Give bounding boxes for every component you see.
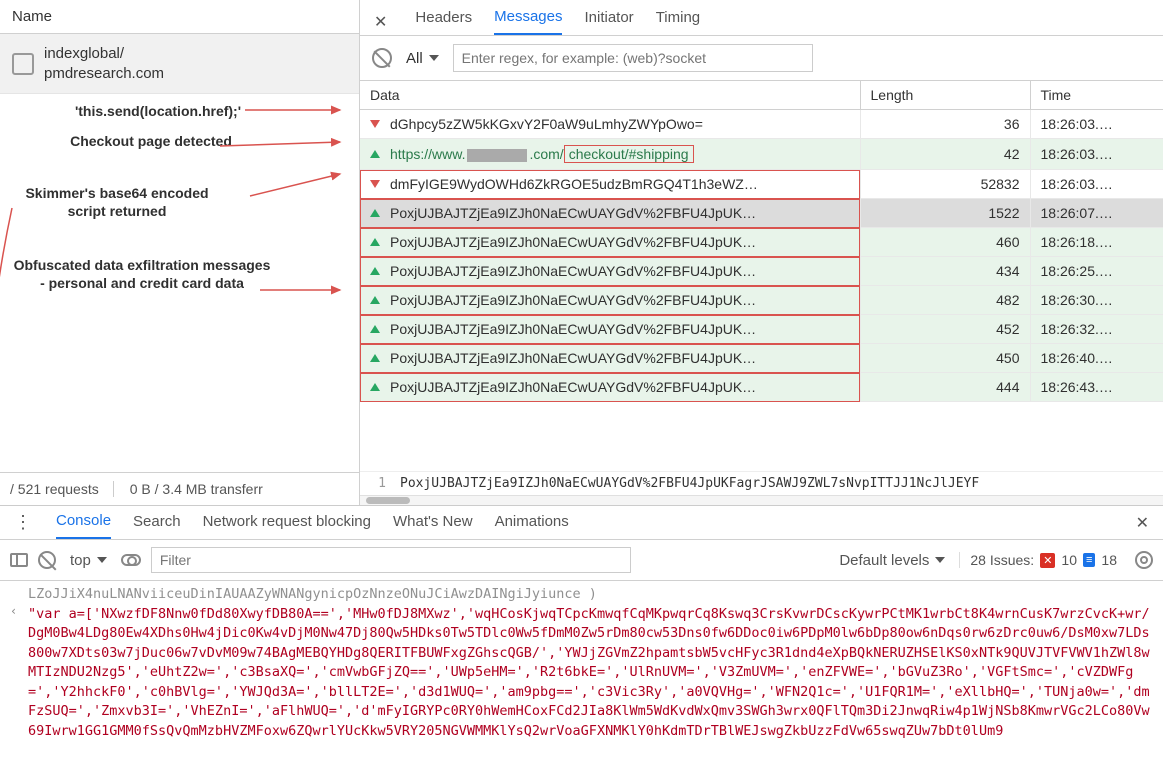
- message-row[interactable]: PoxjUJBAJTZjEa9IZJh0NaECwUAYGdV%2FBFU4Jp…: [360, 373, 1163, 402]
- horizontal-scrollbar[interactable]: [360, 495, 1163, 505]
- tab-timing[interactable]: Timing: [656, 9, 700, 34]
- request-url-text: indexglobal/ pmdresearch.com: [44, 44, 164, 83]
- message-row[interactable]: PoxjUJBAJTZjEa9IZJh0NaECwUAYGdV%2FBFU4Jp…: [360, 199, 1163, 228]
- console-line-code: "var a=['NXwzfDF8Nnw0fDd80XwyfDB80A==','…: [28, 605, 1153, 742]
- caret-down-icon: [97, 557, 107, 563]
- message-row[interactable]: PoxjUJBAJTZjEa9IZJh0NaECwUAYGdV%2FBFU4Jp…: [360, 228, 1163, 257]
- console-toolbar: top Default levels 28 Issues: ✕10 ≡18: [0, 540, 1163, 581]
- regex-filter-input[interactable]: [453, 44, 813, 72]
- tab-console[interactable]: Console: [56, 512, 111, 539]
- request-type-icon: [12, 53, 34, 75]
- close-detail-icon[interactable]: ✕: [374, 12, 393, 32]
- live-expression-icon[interactable]: [121, 554, 141, 566]
- message-row[interactable]: PoxjUJBAJTZjEa9IZJh0NaECwUAYGdV%2FBFU4Jp…: [360, 286, 1163, 315]
- context-select[interactable]: top: [66, 550, 111, 571]
- tab-network-request-blocking[interactable]: Network request blocking: [203, 513, 371, 538]
- drawer-panel: ⋮ Console Search Network request blockin…: [0, 506, 1163, 778]
- network-requests-sidebar: Name indexglobal/ pmdresearch.com 'this.…: [0, 0, 360, 505]
- clear-console-icon[interactable]: [38, 551, 56, 569]
- messages-table: Data Length Time dGhpcy5zZW5kKGxvY2F0aW9…: [360, 81, 1163, 457]
- message-detail-viewer: 1 PoxjUJBAJTZjEa9IZJh0NaECwUAYGdV%2FBFU4…: [360, 471, 1163, 495]
- message-row[interactable]: dGhpcy5zZW5kKGxvY2F0aW9uLmhyZWYpOwo=3618…: [360, 110, 1163, 139]
- caret-down-icon: [429, 55, 439, 61]
- tab-whats-new[interactable]: What's New: [393, 513, 473, 538]
- tab-search[interactable]: Search: [133, 513, 181, 538]
- column-header-name[interactable]: Name: [0, 0, 359, 34]
- tab-initiator[interactable]: Initiator: [584, 9, 633, 34]
- issues-button[interactable]: 28 Issues: ✕10 ≡18: [959, 552, 1117, 568]
- request-count: / 521 requests: [10, 481, 114, 497]
- clear-messages-icon[interactable]: [372, 48, 392, 68]
- line-number: 1: [370, 476, 400, 491]
- annotations-overlay: 'this.send(location.href);' Checkout pag…: [0, 94, 359, 472]
- messages-filter-bar: All: [360, 36, 1163, 81]
- detail-tabs: ✕ Headers Messages Initiator Timing: [360, 0, 1163, 36]
- column-header-length[interactable]: Length: [860, 81, 1030, 110]
- message-row[interactable]: PoxjUJBAJTZjEa9IZJh0NaECwUAYGdV%2FBFU4Jp…: [360, 344, 1163, 373]
- more-tabs-icon[interactable]: ⋮: [14, 512, 34, 539]
- message-row[interactable]: dmFyIGE9WydOWHd6ZkRGOE5udzBmRGQ4T1h3eWZ……: [360, 170, 1163, 199]
- annotation-send-location: 'this.send(location.href);': [28, 102, 288, 120]
- tab-animations[interactable]: Animations: [495, 513, 569, 538]
- console-line-previous: LZoJJiX4nuLNANviiceuDinIAUAAZyWNANgynicp…: [28, 585, 1153, 605]
- message-row[interactable]: PoxjUJBAJTZjEa9IZJh0NaECwUAYGdV%2FBFU4Jp…: [360, 257, 1163, 286]
- message-type-select[interactable]: All: [402, 48, 443, 69]
- console-settings-icon[interactable]: [1135, 551, 1153, 569]
- message-row[interactable]: PoxjUJBAJTZjEa9IZJh0NaECwUAYGdV%2FBFU4Jp…: [360, 315, 1163, 344]
- annotation-checkout-detected: Checkout page detected: [46, 132, 256, 150]
- error-badge-icon: ✕: [1040, 553, 1055, 568]
- caret-down-icon: [935, 557, 945, 563]
- message-row[interactable]: https://www..com/checkout/#shipping4218:…: [360, 139, 1163, 170]
- close-drawer-icon[interactable]: ✕: [1136, 513, 1149, 539]
- console-sidebar-toggle-icon[interactable]: [10, 553, 28, 567]
- message-detail-text: PoxjUJBAJTZjEa9IZJh0NaECwUAYGdV%2FBFU4Jp…: [400, 476, 979, 491]
- info-badge-icon: ≡: [1083, 553, 1095, 567]
- tab-messages[interactable]: Messages: [494, 8, 562, 35]
- requests-status-bar: / 521 requests 0 B / 3.4 MB transferr: [0, 472, 359, 505]
- annotation-base64-script: Skimmer's base64 encoded script returned: [12, 184, 222, 220]
- transfer-size: 0 B / 3.4 MB transferr: [130, 481, 263, 497]
- column-header-data[interactable]: Data: [360, 81, 860, 110]
- network-request-row[interactable]: indexglobal/ pmdresearch.com: [0, 34, 359, 94]
- network-detail-panel: ✕ Headers Messages Initiator Timing All …: [360, 0, 1163, 505]
- console-filter-input[interactable]: [151, 547, 631, 573]
- column-header-time[interactable]: Time: [1030, 81, 1163, 110]
- annotation-exfil-messages: Obfuscated data exfiltration messages - …: [12, 256, 272, 292]
- expand-caret-icon[interactable]: ‹: [10, 603, 17, 620]
- drawer-tabs: ⋮ Console Search Network request blockin…: [0, 506, 1163, 540]
- console-output[interactable]: ‹ LZoJJiX4nuLNANviiceuDinIAUAAZyWNANgyni…: [0, 581, 1163, 778]
- tab-headers[interactable]: Headers: [415, 9, 472, 34]
- log-levels-select[interactable]: Default levels: [835, 550, 949, 571]
